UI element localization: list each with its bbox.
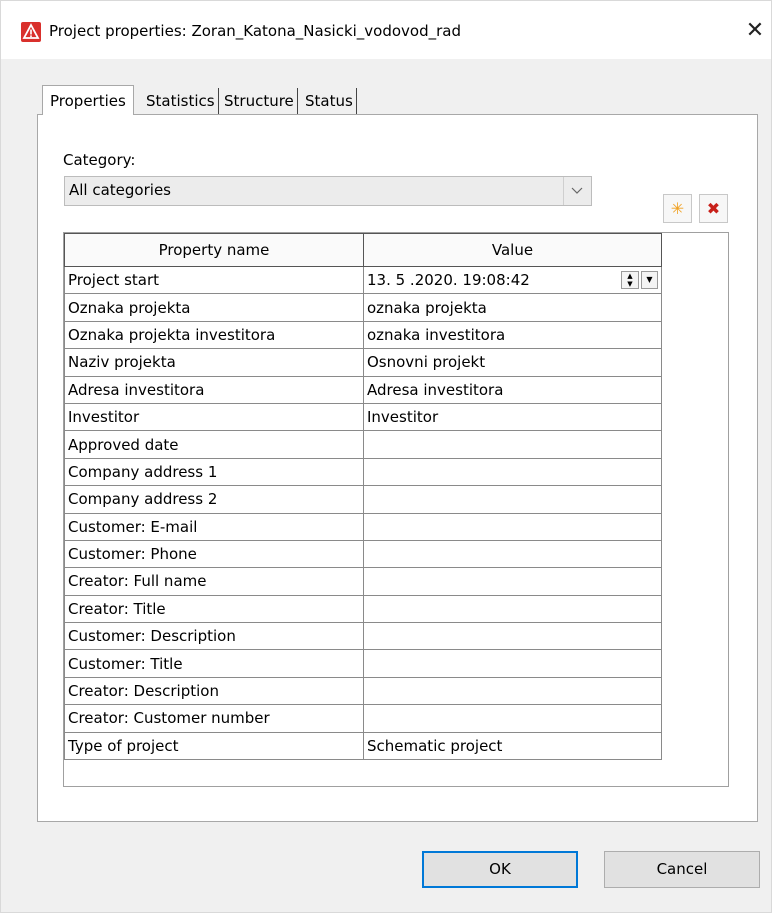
property-value-cell[interactable]: 13. 5 .2020. 19:08:42 ▲ ▼ ▼ (363, 265, 662, 295)
calendar-dropdown-icon[interactable]: ▼ (641, 271, 658, 289)
property-value-cell[interactable] (363, 430, 662, 459)
table-row[interactable]: Creator: Title (64, 594, 662, 624)
table-row[interactable]: Customer: E-mail (64, 512, 662, 541)
table-row[interactable]: Naziv projekta Osnovni projekt (64, 348, 662, 377)
close-icon[interactable]: ✕ (743, 19, 767, 43)
table-row[interactable]: Adresa investitora Adresa investitora (64, 375, 662, 404)
property-value-cell[interactable] (363, 649, 662, 678)
table-row[interactable]: Type of project Schematic project (64, 731, 662, 761)
property-value-cell[interactable] (363, 512, 662, 541)
tab-statistics[interactable]: Statistics (143, 88, 219, 114)
property-name-cell: Customer: E-mail (64, 512, 364, 541)
property-name-cell: Customer: Description (64, 622, 364, 651)
property-grid: Property name Value Project start 13. 5 .… (64, 233, 662, 761)
table-row[interactable]: Creator: Customer number (64, 704, 662, 733)
window-title: Project properties: Zoran_Katona_Nasicki… (49, 22, 462, 40)
warning-triangle-icon (21, 22, 41, 42)
table-row[interactable]: Creator: Description (64, 676, 662, 706)
property-value-cell[interactable] (363, 704, 662, 733)
property-name-cell: Naziv projekta (64, 348, 364, 377)
delete-property-button[interactable]: ✖ (699, 194, 728, 223)
chevron-down-icon[interactable] (563, 177, 591, 205)
category-selected-value: All categories (69, 181, 171, 199)
table-row[interactable]: Project start 13. 5 .2020. 19:08:42 ▲ ▼ ▼ (64, 265, 662, 295)
property-name-cell: Oznaka projekta investitora (64, 320, 364, 350)
cancel-button[interactable]: Cancel (604, 851, 760, 888)
new-property-button[interactable]: ✳ (663, 194, 692, 223)
tab-properties[interactable]: Properties (42, 85, 134, 115)
property-value-cell[interactable] (363, 676, 662, 706)
tab-structure[interactable]: Structure (221, 88, 298, 114)
spin-updown-icon[interactable]: ▲ ▼ (621, 271, 639, 289)
property-name-cell: Investitor (64, 402, 364, 432)
property-value-cell[interactable] (363, 622, 662, 651)
property-name-cell: Customer: Title (64, 649, 364, 678)
property-name-cell: Creator: Description (64, 676, 364, 706)
table-row[interactable]: Oznaka projekta oznaka projekta (64, 293, 662, 322)
property-value-cell[interactable] (363, 485, 662, 514)
new-star-icon: ✳ (670, 199, 685, 218)
property-value-cell[interactable] (363, 567, 662, 596)
property-name-cell: Creator: Customer number (64, 704, 364, 733)
date-time-value: 13. 5 .2020. 19:08:42 (367, 271, 530, 290)
table-row[interactable]: Company address 1 (64, 457, 662, 487)
property-value-cell[interactable]: oznaka investitora (363, 320, 662, 350)
delete-x-icon: ✖ (706, 199, 721, 218)
project-properties-dialog: Project properties: Zoran_Katona_Nasicki… (0, 0, 772, 913)
property-name-cell: Company address 2 (64, 485, 364, 514)
property-value-cell[interactable] (363, 457, 662, 487)
property-value-cell[interactable]: Osnovni projekt (363, 348, 662, 377)
property-name-cell: Oznaka projekta (64, 293, 364, 322)
property-value-cell[interactable]: Schematic project (363, 731, 662, 761)
table-row[interactable]: Customer: Phone (64, 539, 662, 569)
property-value-cell[interactable]: Investitor (363, 402, 662, 432)
category-label: Category: (63, 151, 136, 169)
property-name-cell: Approved date (64, 430, 364, 459)
column-header-property-name[interactable]: Property name (64, 233, 364, 267)
property-value-cell[interactable]: oznaka projekta (363, 293, 662, 322)
table-row[interactable]: Oznaka projekta investitora oznaka invest… (64, 320, 662, 350)
property-name-cell: Company address 1 (64, 457, 364, 487)
property-name-cell: Customer: Phone (64, 539, 364, 569)
property-name-cell: Project start (64, 265, 364, 295)
property-name-cell: Type of project (64, 731, 364, 761)
table-row[interactable]: Approved date (64, 430, 662, 459)
table-row[interactable]: Customer: Description (64, 622, 662, 651)
table-row[interactable]: Creator: Full name (64, 567, 662, 596)
title-bar: Project properties: Zoran_Katona_Nasicki… (1, 1, 771, 59)
table-row[interactable]: Investitor Investitor (64, 402, 662, 432)
property-name-cell: Adresa investitora (64, 375, 364, 404)
tab-status[interactable]: Status (302, 88, 357, 114)
table-row[interactable]: Customer: Title (64, 649, 662, 678)
category-select[interactable]: All categories (64, 176, 592, 206)
property-value-cell[interactable]: Adresa investitora (363, 375, 662, 404)
table-row[interactable]: Company address 2 (64, 485, 662, 514)
property-name-cell: Creator: Full name (64, 567, 364, 596)
property-value-cell[interactable] (363, 594, 662, 624)
property-value-cell[interactable] (363, 539, 662, 569)
property-name-cell: Creator: Title (64, 594, 364, 624)
ok-button[interactable]: OK (422, 851, 578, 888)
column-header-value[interactable]: Value (363, 233, 662, 267)
